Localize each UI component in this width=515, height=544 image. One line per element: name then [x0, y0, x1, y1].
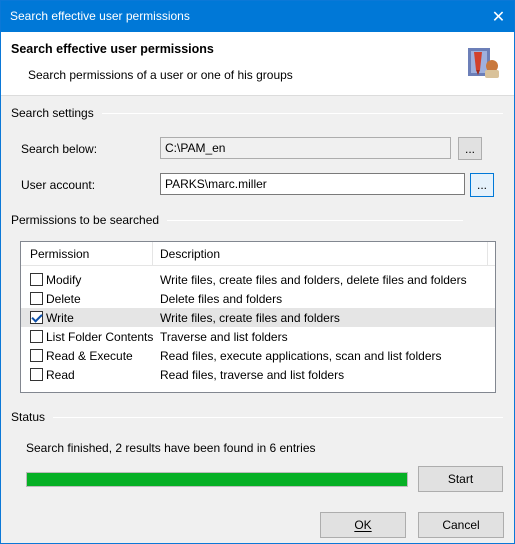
- cancel-button[interactable]: Cancel: [418, 512, 504, 538]
- permissions-section: Permissions to be searched: [11, 212, 463, 228]
- permission-description: Write files, create files and folders: [160, 311, 340, 325]
- list-item[interactable]: Modify Write files, create files and fol…: [21, 270, 495, 289]
- permission-name: Write: [46, 311, 74, 325]
- permission-description: Traverse and list folders: [160, 330, 288, 344]
- section-divider: [101, 112, 503, 114]
- column-header-permission[interactable]: Permission: [24, 242, 95, 266]
- search-below-label: Search below:: [21, 142, 98, 156]
- list-item[interactable]: List Folder Contents Traverse and list f…: [21, 327, 495, 346]
- permissions-logo-icon: [468, 48, 499, 78]
- title-bar[interactable]: Search effective user permissions ✕: [1, 1, 514, 32]
- dialog-window: Search effective user permissions ✕ Sear…: [0, 0, 515, 544]
- start-button[interactable]: Start: [418, 466, 503, 492]
- column-separator[interactable]: [152, 242, 153, 266]
- permission-description: Read files, execute applications, scan a…: [160, 349, 442, 363]
- permission-checkbox[interactable]: [30, 368, 43, 381]
- search-below-field[interactable]: C:\PAM_en: [160, 137, 451, 159]
- permission-checkbox[interactable]: [30, 330, 43, 343]
- section-divider: [167, 219, 463, 221]
- header-banner: Search effective user permissions Search…: [1, 32, 514, 96]
- status-section-label: Status: [11, 410, 46, 424]
- list-item[interactable]: Write Write files, create files and fold…: [21, 308, 495, 327]
- cancel-button-label: Cancel: [442, 518, 480, 532]
- browse-user-button[interactable]: ...: [470, 173, 494, 197]
- permissions-list[interactable]: Permission Description Modify Write file…: [20, 241, 496, 393]
- banner-heading: Search effective user permissions: [11, 42, 214, 56]
- progress-fill: [27, 473, 407, 486]
- list-item[interactable]: Read Read files, traverse and list folde…: [21, 365, 495, 384]
- search-settings-section: Search settings: [11, 105, 503, 121]
- status-message: Search finished, 2 results have been fou…: [26, 441, 316, 455]
- section-divider: [53, 416, 503, 418]
- column-header-description[interactable]: Description: [154, 242, 226, 266]
- permissions-section-label: Permissions to be searched: [11, 213, 160, 227]
- permission-description: Write files, create files and folders, d…: [160, 273, 467, 287]
- permission-checkbox[interactable]: [30, 311, 43, 324]
- search-settings-label: Search settings: [11, 106, 94, 120]
- progress-bar: [26, 472, 408, 487]
- permission-checkbox[interactable]: [30, 349, 43, 362]
- status-section: Status: [11, 409, 503, 425]
- list-header: Permission Description: [21, 242, 495, 266]
- column-separator[interactable]: [487, 242, 488, 266]
- browse-folder-button[interactable]: ...: [458, 137, 482, 160]
- permission-name: Read & Execute: [46, 349, 133, 363]
- list-item[interactable]: Read & Execute Read files, execute appli…: [21, 346, 495, 365]
- permission-description: Delete files and folders: [160, 292, 283, 306]
- permission-name: Read: [46, 368, 75, 382]
- permission-name: Delete: [46, 292, 81, 306]
- user-account-label: User account:: [21, 178, 96, 192]
- permission-description: Read files, traverse and list folders: [160, 368, 345, 382]
- user-account-field[interactable]: PARKS\marc.miller: [160, 173, 465, 195]
- window-title: Search effective user permissions: [10, 9, 190, 23]
- permission-name: List Folder Contents: [46, 330, 154, 344]
- ok-button-label: OK: [354, 518, 372, 532]
- permission-checkbox[interactable]: [30, 273, 43, 286]
- list-item[interactable]: Delete Delete files and folders: [21, 289, 495, 308]
- permission-checkbox[interactable]: [30, 292, 43, 305]
- ok-button[interactable]: OK: [320, 512, 406, 538]
- permission-name: Modify: [46, 273, 82, 287]
- close-icon[interactable]: ✕: [483, 1, 514, 32]
- banner-subheading: Search permissions of a user or one of h…: [28, 68, 293, 82]
